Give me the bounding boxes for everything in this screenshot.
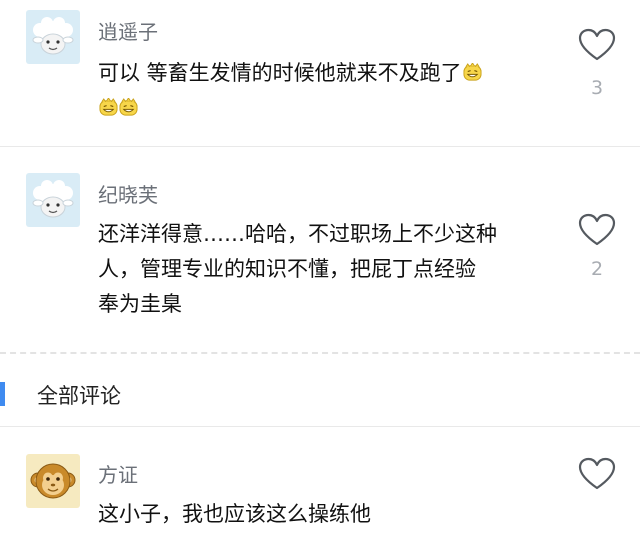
section-title: 全部评论 (37, 384, 121, 408)
sheep-avatar-icon[interactable] (26, 173, 80, 227)
heart-outline-icon[interactable] (578, 213, 616, 247)
comment-text: 还洋洋得意……哈哈，不过职场上不少这种 人，管理专业的知识不懂，把屁丁点经验 奉… (98, 217, 558, 322)
heart-outline-icon[interactable] (578, 28, 616, 62)
laughing-emoji-icon (99, 98, 118, 117)
like-count: 3 (590, 77, 604, 99)
section-accent-bar (0, 382, 5, 406)
comment-text-line: 人，管理专业的知识不懂，把屁丁点经验 (98, 257, 476, 281)
comment-username[interactable]: 逍遥子 (98, 16, 158, 45)
like-count: 2 (590, 258, 604, 280)
comment-text-line: 还洋洋得意……哈哈，不过职场上不少这种 (98, 222, 497, 246)
comment-username[interactable]: 方证 (98, 459, 138, 488)
comment-item: 逍遥子 可以 等畜生发情的时候他就来不及跑了 3 (0, 0, 640, 146)
sheep-avatar-icon[interactable] (26, 10, 80, 64)
comment-text: 可以 等畜生发情的时候他就来不及跑了 (98, 56, 558, 126)
laughing-emoji-icon (463, 63, 482, 82)
monkey-avatar-icon[interactable] (26, 454, 80, 508)
heart-outline-icon[interactable] (578, 457, 616, 491)
comment-text-body: 可以 等畜生发情的时候他就来不及跑了 (98, 61, 462, 85)
comment-item: 纪晓芙 还洋洋得意……哈哈，不过职场上不少这种 人，管理专业的知识不懂，把屁丁点… (0, 147, 640, 353)
laughing-emoji-icon (119, 98, 138, 117)
comment-text-body: 这小子，我也应该这么操练他 (98, 502, 371, 526)
section-header: 全部评论 (0, 372, 640, 416)
section-divider (0, 352, 640, 354)
comment-username[interactable]: 纪晓芙 (98, 179, 158, 208)
comment-text: 这小子，我也应该这么操练他 (98, 497, 558, 532)
comment-item: 方证 这小子，我也应该这么操练他 (0, 427, 640, 556)
comment-text-line: 奉为圭臬 (98, 292, 182, 316)
